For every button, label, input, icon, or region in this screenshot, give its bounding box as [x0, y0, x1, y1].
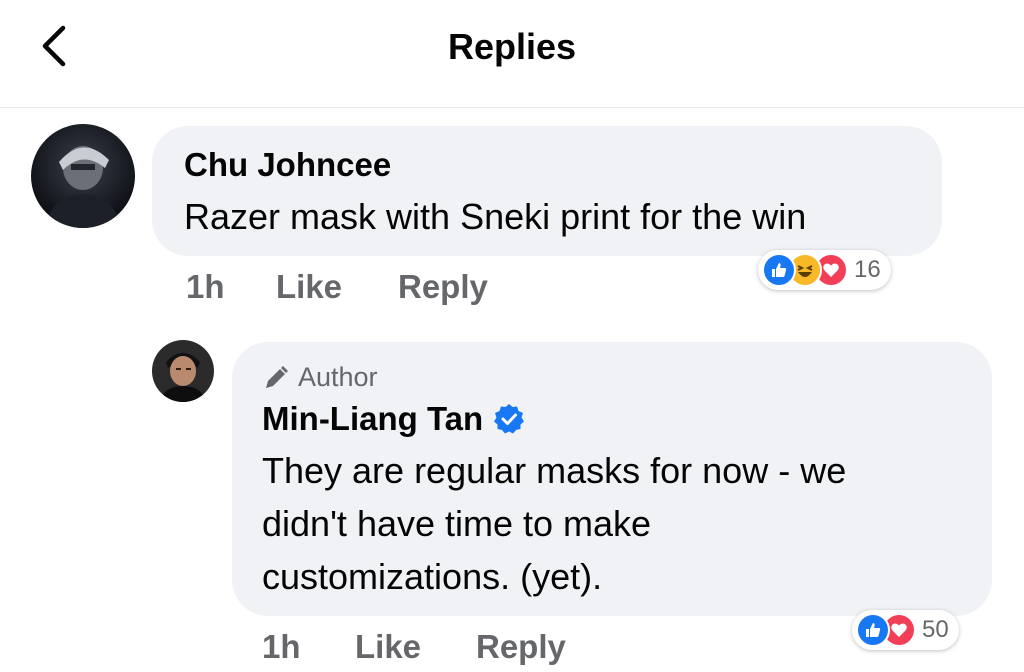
- pencil-icon: [266, 365, 288, 388]
- reply-avatar[interactable]: [152, 340, 214, 402]
- author-badge: Author: [262, 362, 378, 393]
- avatar[interactable]: [31, 124, 135, 228]
- reply-timestamp: 1h: [262, 628, 301, 665]
- reply-avatar-image: [152, 340, 214, 402]
- comment-reactions[interactable]: 16: [758, 250, 891, 290]
- avatar-image: [31, 124, 135, 228]
- reply-author-label: Min-Liang Tan: [262, 400, 484, 437]
- reply-author-name[interactable]: Min-Liang Tan: [262, 400, 525, 438]
- like-icon: [762, 253, 796, 287]
- comment-timestamp: 1h: [186, 268, 225, 305]
- header-bar: Replies: [0, 0, 1024, 108]
- comment-like-button[interactable]: Like: [276, 268, 342, 306]
- comment-reaction-count: 16: [854, 256, 881, 283]
- reply-reaction-count: 50: [922, 616, 949, 643]
- reply-text-line: customizations. (yet).: [262, 556, 603, 597]
- comment-text: Razer mask with Sneki print for the win: [184, 196, 807, 237]
- reply-text-line: They are regular masks for now - we: [262, 450, 847, 491]
- page-title: Replies: [447, 26, 577, 67]
- like-icon: [856, 613, 890, 647]
- reply-text-line: didn't have time to make: [262, 503, 652, 544]
- reply-like-button[interactable]: Like: [355, 628, 421, 666]
- reply-reply-button[interactable]: Reply: [476, 628, 566, 666]
- reply-reactions[interactable]: 50: [852, 610, 959, 650]
- verified-badge-icon: [494, 404, 525, 434]
- comment-reply-button[interactable]: Reply: [398, 268, 488, 306]
- author-badge-label: Author: [298, 362, 378, 392]
- comment-author-name[interactable]: Chu Johncee: [184, 146, 391, 184]
